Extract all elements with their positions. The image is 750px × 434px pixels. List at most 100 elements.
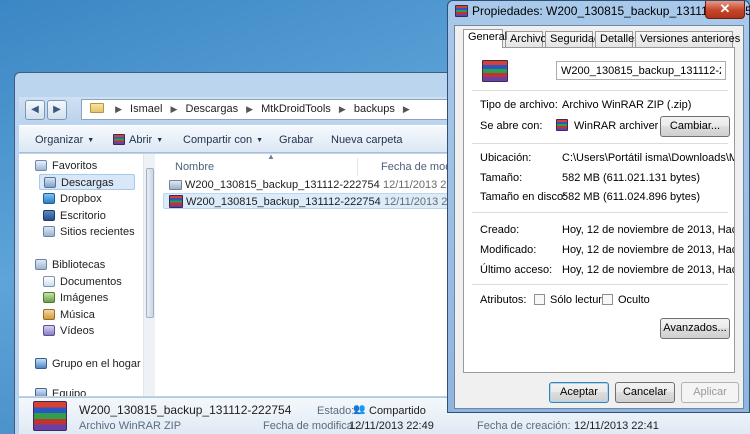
open-button[interactable]: Abrir ▼ bbox=[113, 132, 163, 148]
tab-label: Archivo bbox=[510, 33, 547, 45]
sidebar-item-descargas[interactable]: Descargas bbox=[39, 174, 135, 190]
tab-archivo[interactable]: Archivo bbox=[505, 31, 547, 47]
file-name-field[interactable] bbox=[556, 61, 726, 80]
videos-icon bbox=[43, 325, 55, 336]
breadcrumb-item[interactable]: Descargas bbox=[186, 103, 239, 115]
chevron-right-icon: ▶ bbox=[170, 104, 178, 114]
winrar-icon bbox=[33, 401, 67, 431]
file-name: W200_130815_backup_131112-222754 bbox=[186, 196, 381, 208]
change-button[interactable]: Cambiar... bbox=[660, 116, 730, 137]
sidebar-item-dropbox[interactable]: Dropbox bbox=[43, 191, 102, 207]
sidebar-header-favorites[interactable]: Favoritos bbox=[35, 158, 97, 174]
tab-label: Seguridad bbox=[550, 33, 601, 45]
column-header-label: Nombre bbox=[175, 161, 215, 173]
ok-button[interactable]: Aceptar bbox=[549, 382, 609, 403]
ok-button-label: Aceptar bbox=[560, 386, 598, 398]
details-file-type: Archivo WinRAR ZIP bbox=[79, 420, 182, 432]
dialog-title-bar[interactable]: Propiedades: W200_130815_backup_131112-2… bbox=[448, 1, 750, 23]
tab-versiones-anteriores[interactable]: Versiones anteriores bbox=[635, 31, 740, 47]
winrar-icon bbox=[169, 195, 183, 208]
homegroup-icon bbox=[35, 358, 47, 369]
sidebar-header-label: Bibliotecas bbox=[52, 259, 106, 271]
sidebar-header-libraries[interactable]: Bibliotecas bbox=[35, 257, 105, 273]
breadcrumb-item[interactable]: Ismael bbox=[130, 103, 162, 115]
chevron-right-icon: ▶ bbox=[246, 104, 254, 114]
chevron-right-icon: ▶ bbox=[402, 104, 410, 114]
column-header-name[interactable]: Nombre bbox=[175, 156, 214, 178]
properties-dialog: Propiedades: W200_130815_backup_131112-2… bbox=[447, 0, 750, 413]
breadcrumb-item[interactable]: backups bbox=[354, 103, 395, 115]
created-value: Hoy, 12 de noviembre de 2013, Hace 9 min… bbox=[562, 224, 734, 236]
navigation-pane: Favoritos Descargas Dropbox Escritorio S… bbox=[19, 154, 143, 396]
tab-seguridad[interactable]: Seguridad bbox=[545, 31, 600, 47]
sidebar-item-videos[interactable]: Vídeos bbox=[43, 323, 94, 339]
divider bbox=[472, 143, 728, 144]
folder-icon bbox=[169, 180, 182, 190]
documents-icon bbox=[43, 276, 55, 287]
tab-label: Detalles bbox=[600, 33, 640, 45]
navigation-scrollbar[interactable] bbox=[143, 154, 155, 396]
divider bbox=[472, 90, 728, 91]
disk-size-label: Tamaño en disco: bbox=[480, 191, 567, 203]
cancel-button[interactable]: Cancelar bbox=[615, 382, 675, 403]
sidebar-item-label: Dropbox bbox=[60, 193, 102, 205]
breadcrumb-item[interactable]: MtkDroidTools bbox=[261, 103, 331, 115]
pictures-icon bbox=[43, 292, 55, 303]
advanced-button[interactable]: Avanzados... bbox=[660, 318, 730, 339]
sidebar-item-musica[interactable]: Música bbox=[43, 307, 95, 323]
share-button[interactable]: Compartir con ▼ bbox=[183, 132, 263, 148]
apply-button[interactable]: Aplicar bbox=[681, 382, 739, 403]
sidebar-item-label: Descargas bbox=[61, 177, 114, 189]
modified-label: Modificado: bbox=[480, 244, 537, 256]
cancel-button-label: Cancelar bbox=[622, 386, 668, 398]
close-x-icon[interactable]: ✕ bbox=[705, 1, 745, 19]
sidebar-item-imagenes[interactable]: Imágenes bbox=[43, 290, 108, 306]
library-icon bbox=[35, 259, 47, 270]
sidebar-item-label: Equipo bbox=[52, 388, 87, 396]
burn-button[interactable]: Grabar bbox=[279, 132, 313, 148]
winrar-icon bbox=[455, 5, 468, 17]
dropbox-icon bbox=[43, 193, 55, 204]
back-arrow-icon[interactable]: ◀ bbox=[25, 100, 45, 120]
attributes-label: Atributos: bbox=[480, 294, 527, 306]
sidebar-item-label: Grupo en el hogar bbox=[52, 358, 141, 370]
change-button-label: Cambiar... bbox=[669, 120, 721, 132]
divider bbox=[472, 284, 728, 285]
sidebar-item-label: Escritorio bbox=[60, 210, 106, 222]
accessed-value: Hoy, 12 de noviembre de 2013, Hace 9 min… bbox=[562, 264, 734, 276]
dialog-content: General Archivo Seguridad Detalles Versi… bbox=[454, 25, 744, 409]
tab-detalles[interactable]: Detalles bbox=[595, 31, 640, 47]
file-name: W200_130815_backup_131112-222754 bbox=[185, 179, 380, 191]
forward-arrow-icon[interactable]: ▶ bbox=[47, 100, 67, 120]
accessed-label: Último acceso: bbox=[480, 264, 553, 276]
size-label: Tamaño: bbox=[480, 172, 523, 184]
sidebar-item-recent[interactable]: Sitios recientes bbox=[43, 224, 135, 240]
sidebar-item-label: Vídeos bbox=[60, 325, 95, 337]
tab-general[interactable]: General bbox=[463, 29, 507, 48]
details-modified-value: 12/11/2013 22:49 bbox=[349, 420, 434, 432]
sidebar-header-label: Favoritos bbox=[52, 160, 98, 172]
details-created-label: Fecha de creación: bbox=[477, 420, 571, 432]
details-state-label: Estado: bbox=[317, 405, 355, 417]
type-value: Archivo WinRAR ZIP (.zip) bbox=[562, 99, 692, 111]
new-folder-button[interactable]: Nueva carpeta bbox=[331, 132, 403, 148]
sidebar-item-documentos[interactable]: Documentos bbox=[43, 274, 122, 290]
details-file-name: W200_130815_backup_131112-222754 bbox=[79, 403, 292, 417]
hidden-checkbox[interactable] bbox=[602, 294, 613, 305]
caret-down-icon: ▼ bbox=[256, 137, 264, 144]
downloads-icon bbox=[44, 177, 56, 188]
scrollbar-thumb[interactable] bbox=[146, 168, 154, 318]
created-label: Creado: bbox=[480, 224, 520, 236]
details-created-value: 12/11/2013 22:41 bbox=[574, 420, 659, 432]
readonly-checkbox[interactable] bbox=[534, 294, 545, 305]
column-divider[interactable] bbox=[357, 158, 358, 176]
tab-label: General bbox=[468, 31, 508, 43]
hidden-label: Oculto bbox=[618, 294, 650, 306]
sidebar-item-computer[interactable]: Equipo bbox=[35, 386, 86, 396]
organize-button[interactable]: Organizar ▼ bbox=[35, 132, 94, 148]
sidebar-item-escritorio[interactable]: Escritorio bbox=[43, 208, 106, 224]
breadcrumb[interactable]: ▶ Ismael ▶ Descargas ▶ MtkDroidTools ▶ b… bbox=[81, 99, 481, 120]
sidebar-item-homegroup[interactable]: Grupo en el hogar bbox=[35, 356, 141, 372]
location-label: Ubicación: bbox=[480, 152, 532, 164]
share-label: Compartir con bbox=[183, 134, 253, 146]
